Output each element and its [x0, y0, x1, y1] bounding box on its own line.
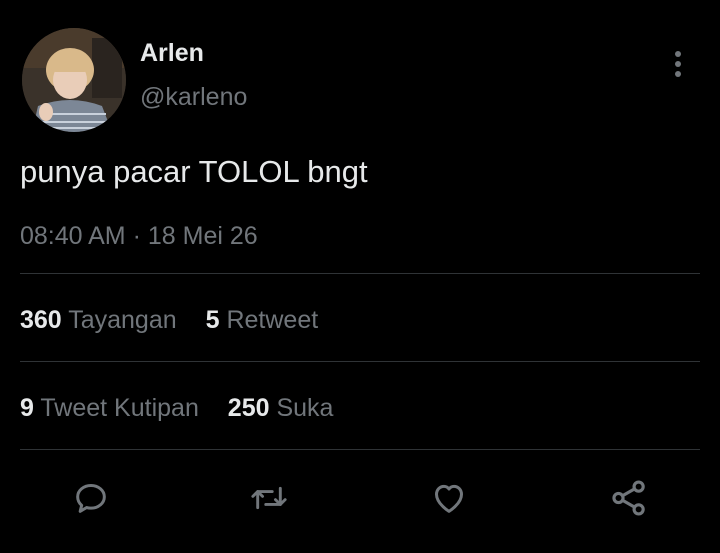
retweets-count: 5	[205, 306, 220, 334]
user-handle[interactable]: @karleno	[140, 82, 247, 112]
tweet-text: punya pacar TOLOL bngt	[20, 154, 368, 189]
likes-stat[interactable]: 250 Suka	[228, 393, 334, 423]
share-button[interactable]	[607, 476, 651, 520]
quotes-label: Tweet Kutipan	[40, 394, 199, 422]
more-vertical-icon	[675, 51, 681, 77]
retweets-stat[interactable]: 5 Retweet	[206, 305, 319, 335]
avatar[interactable]	[22, 28, 126, 132]
likes-label: Suka	[276, 394, 334, 422]
views-count: 360	[20, 306, 62, 334]
divider	[20, 449, 700, 450]
reply-button[interactable]	[69, 476, 113, 520]
reply-icon	[76, 484, 106, 513]
views-stat[interactable]: 360 Tayangan	[20, 305, 177, 335]
more-options-button[interactable]	[664, 48, 692, 80]
like-button[interactable]	[427, 476, 471, 520]
retweet-icon	[251, 486, 287, 510]
quotes-stat[interactable]: 9 Tweet Kutipan	[20, 393, 199, 423]
likes-count: 250	[227, 394, 270, 422]
retweets-label: Retweet	[226, 306, 319, 334]
retweet-button[interactable]	[247, 476, 291, 520]
divider	[20, 361, 700, 362]
divider	[20, 273, 700, 274]
stats-row-2: 9 Tweet Kutipan 250 Suka	[20, 393, 355, 423]
quotes-count: 9	[20, 394, 34, 422]
views-label: Tayangan	[68, 306, 177, 334]
tweet-date[interactable]: 18 Mei 26	[148, 222, 258, 250]
tweet-timestamp: 08:40 AM · 18 Mei 26	[20, 221, 258, 251]
avatar-photo	[22, 28, 126, 132]
meta-separator: ·	[132, 222, 141, 250]
stats-row-1: 360 Tayangan 5 Retweet	[20, 305, 340, 335]
share-icon	[612, 480, 645, 516]
like-icon	[435, 484, 463, 513]
display-name[interactable]: Arlen	[140, 38, 204, 68]
tweet-time[interactable]: 08:40 AM	[20, 222, 126, 250]
